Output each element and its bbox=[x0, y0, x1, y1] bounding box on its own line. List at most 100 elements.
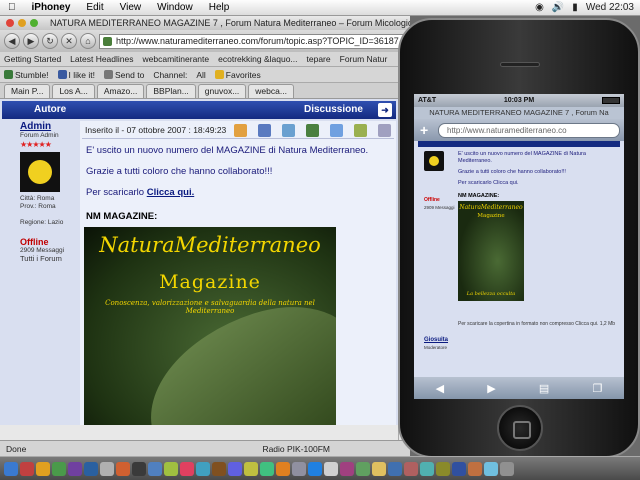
home-button[interactable] bbox=[497, 405, 543, 451]
bookmark-item[interactable]: Forum Natur bbox=[340, 54, 388, 64]
tab-item[interactable]: webca... bbox=[248, 84, 294, 98]
all-forums-link[interactable]: Tutti i Forum bbox=[20, 255, 78, 263]
reload-button[interactable]: ↻ bbox=[42, 33, 58, 49]
iphone-url-input[interactable]: http://www.naturamediterraneo.co bbox=[438, 123, 620, 138]
apple-menu-icon[interactable]:  bbox=[0, 2, 24, 13]
app-icon[interactable] bbox=[84, 461, 98, 476]
forward-icon[interactable]: ▶ bbox=[487, 382, 495, 395]
menu-edit[interactable]: Edit bbox=[78, 2, 111, 13]
app-icon[interactable] bbox=[36, 461, 50, 476]
app-icon[interactable] bbox=[388, 461, 402, 476]
app-icon[interactable] bbox=[228, 461, 242, 476]
profile-icon[interactable] bbox=[234, 124, 247, 137]
radio-label[interactable]: Radio PIK-100FM bbox=[262, 444, 410, 454]
app-icon[interactable] bbox=[404, 461, 418, 476]
bookmarks-icon[interactable]: ▤ bbox=[539, 382, 549, 395]
zoom-icon[interactable] bbox=[30, 19, 38, 27]
app-icon[interactable] bbox=[356, 461, 370, 476]
private-message-icon[interactable] bbox=[282, 124, 295, 137]
app-icon[interactable] bbox=[116, 461, 130, 476]
nm-magazine-label: NM MAGAZINE: bbox=[86, 211, 158, 222]
channel-select[interactable]: All bbox=[196, 70, 205, 80]
quote-icon[interactable] bbox=[306, 124, 319, 137]
author-name[interactable]: Admin bbox=[20, 121, 78, 132]
app-icon[interactable] bbox=[468, 461, 482, 476]
pages-icon[interactable]: ❐ bbox=[593, 382, 603, 395]
app-icon[interactable] bbox=[420, 461, 434, 476]
volume-icon[interactable]: 🔊 bbox=[552, 2, 564, 13]
bookmark-item[interactable]: Getting Started bbox=[4, 54, 61, 64]
app-icon[interactable] bbox=[308, 461, 322, 476]
post-paragraph: Grazie a tutti coloro che hanno collabor… bbox=[458, 169, 566, 175]
app-icon[interactable] bbox=[148, 461, 162, 476]
favorites-button[interactable]: Favorites bbox=[214, 69, 261, 80]
app-icon[interactable] bbox=[484, 461, 498, 476]
stop-button[interactable]: ✕ bbox=[61, 33, 77, 49]
report-icon[interactable] bbox=[354, 124, 367, 137]
app-icon[interactable] bbox=[292, 461, 306, 476]
app-icon[interactable] bbox=[436, 461, 450, 476]
wifi-icon[interactable]: ◉ bbox=[535, 2, 544, 13]
next-topic-icon[interactable]: ➜ bbox=[378, 103, 392, 117]
magazine-cover-image[interactable]: NaturaMediterraneo Magazine La bellezza … bbox=[458, 201, 524, 301]
menu-view[interactable]: View bbox=[112, 2, 150, 13]
app-icon[interactable] bbox=[244, 461, 258, 476]
forward-button[interactable]: ▶ bbox=[23, 33, 39, 49]
back-icon[interactable]: ◀ bbox=[436, 382, 444, 395]
app-icon[interactable] bbox=[100, 461, 114, 476]
add-bookmark-icon[interactable]: + bbox=[420, 122, 428, 138]
tab-item[interactable]: Main P... bbox=[4, 84, 51, 98]
clock[interactable]: Wed 22:03 bbox=[586, 2, 634, 13]
tab-item[interactable]: Los A... bbox=[52, 84, 95, 98]
iphone-post-body: E' uscito un nuovo numero del MAGAZINE d… bbox=[458, 151, 618, 187]
app-icon[interactable] bbox=[324, 461, 338, 476]
bookmark-item[interactable]: Latest Headlines bbox=[70, 54, 133, 64]
app-icon[interactable] bbox=[164, 461, 178, 476]
bookmark-item[interactable]: ecotrekking &laquo... bbox=[218, 54, 297, 64]
edit-icon[interactable] bbox=[330, 124, 343, 137]
tab-item[interactable]: gnuvox... bbox=[197, 84, 247, 98]
iphone-page[interactable]: E' uscito un nuovo numero del MAGAZINE d… bbox=[414, 141, 624, 377]
carrier-label: AT&T bbox=[418, 97, 437, 104]
app-icon[interactable] bbox=[276, 461, 290, 476]
forum-header: Autore Discussione ➜ bbox=[2, 101, 396, 119]
app-icon[interactable] bbox=[132, 461, 146, 476]
url-input[interactable]: http://www.naturamediterraneo.com/forum/… bbox=[99, 33, 410, 49]
app-icon[interactable] bbox=[196, 461, 210, 476]
region-label: Regione: Lazio bbox=[20, 219, 64, 226]
bookmark-item[interactable]: tepare bbox=[307, 54, 331, 64]
send-to-button[interactable]: Send to bbox=[104, 69, 144, 80]
app-icon[interactable] bbox=[452, 461, 466, 476]
app-icon[interactable] bbox=[340, 461, 354, 476]
finder-icon[interactable] bbox=[4, 461, 18, 476]
ip-icon[interactable] bbox=[378, 124, 391, 137]
menu-app[interactable]: iPhoney bbox=[24, 2, 79, 13]
post-paragraph: Per scaricarlo Clicca qui. bbox=[458, 180, 519, 186]
app-icon[interactable] bbox=[68, 461, 82, 476]
bookmark-item[interactable]: webcamitinerante bbox=[143, 54, 210, 64]
minimize-icon[interactable] bbox=[18, 19, 26, 27]
like-button[interactable]: I like it! bbox=[57, 69, 95, 80]
offline-status: Offline bbox=[424, 197, 440, 203]
app-icon[interactable] bbox=[372, 461, 386, 476]
tab-item[interactable]: Amazo... bbox=[96, 84, 145, 98]
magazine-cover-image[interactable]: NaturaMediterraneo Magazine Conoscenza, … bbox=[84, 227, 336, 425]
app-icon[interactable] bbox=[180, 461, 194, 476]
menu-help[interactable]: Help bbox=[201, 2, 238, 13]
app-icon[interactable] bbox=[260, 461, 274, 476]
download-link[interactable]: Clicca qui. bbox=[147, 187, 195, 198]
author-name[interactable]: Giosuita bbox=[424, 337, 448, 343]
app-icon[interactable] bbox=[52, 461, 66, 476]
like-label: I like it! bbox=[68, 69, 95, 80]
close-icon[interactable] bbox=[6, 19, 14, 27]
menu-window[interactable]: Window bbox=[149, 2, 201, 13]
battery-icon[interactable]: ▮ bbox=[572, 2, 578, 13]
back-button[interactable]: ◀ bbox=[4, 33, 20, 49]
tab-item[interactable]: BBPlan... bbox=[146, 84, 196, 98]
stumble-button[interactable]: Stumble! bbox=[4, 69, 49, 80]
app-icon[interactable] bbox=[20, 461, 34, 476]
trash-icon[interactable] bbox=[500, 461, 514, 476]
app-icon[interactable] bbox=[212, 461, 226, 476]
email-icon[interactable] bbox=[258, 124, 271, 137]
home-button[interactable]: ⌂ bbox=[80, 33, 96, 49]
